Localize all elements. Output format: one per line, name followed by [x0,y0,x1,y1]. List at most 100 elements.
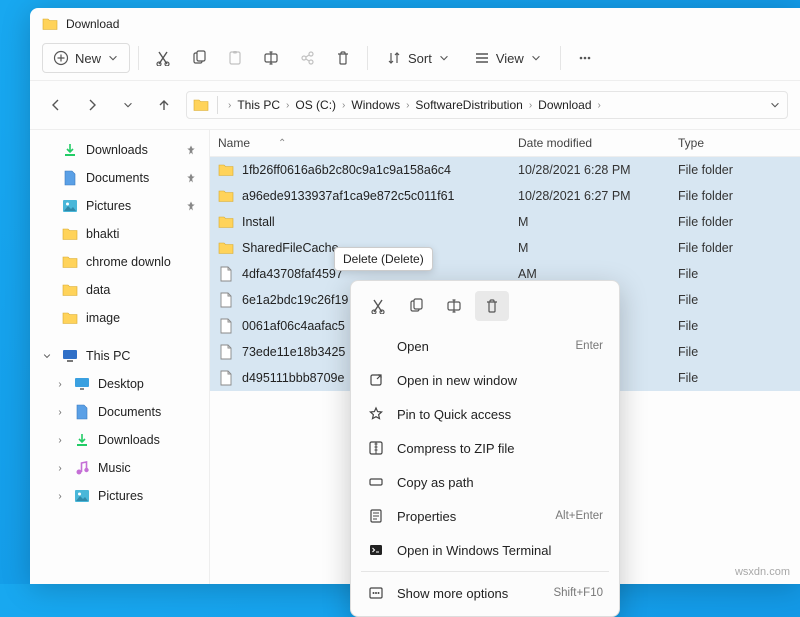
crumb[interactable]: SoftwareDistribution [415,98,522,112]
ctx-copy-button[interactable] [399,291,433,321]
col-date[interactable]: Date modified [518,136,678,150]
chevron-right-icon[interactable]: › [284,100,291,111]
ctx-copy-path[interactable]: Copy as path [357,465,613,499]
sidebar-item[interactable]: Pictures [30,192,209,220]
crumb[interactable]: This PC [237,98,280,112]
sidebar-item-label: Music [98,461,131,475]
folder-icon [218,214,234,230]
share-button[interactable] [291,42,323,74]
file-date: 10/28/2021 6:28 PM [518,163,678,177]
col-name[interactable]: Name [218,136,250,150]
sidebar-item[interactable]: chrome downlo [30,248,209,276]
forward-button[interactable] [78,91,106,119]
sidebar-item[interactable]: image [30,304,209,332]
crumb[interactable]: OS (C:) [295,98,336,112]
ctx-open-terminal[interactable]: Open in Windows Terminal [357,533,613,567]
ctx-delete-button[interactable] [475,291,509,321]
back-button[interactable] [42,91,70,119]
tree-toggle[interactable]: › [54,491,66,502]
address-bar: › This PC › OS (C:) › Windows › Software… [30,81,800,130]
file-name: 6e1a2bdc19c26f19 [242,293,348,307]
sidebar-item-label: Documents [98,405,161,419]
sidebar-item-label: chrome downlo [86,255,171,269]
chevron-down-icon [107,52,119,64]
sidebar-item[interactable]: › Pictures [30,482,209,510]
chevron-down-icon[interactable] [769,99,781,111]
tree-toggle[interactable]: › [54,435,66,446]
recent-dropdown[interactable] [114,91,142,119]
monitor-icon [62,348,78,364]
chevron-right-icon[interactable]: › [404,100,411,111]
up-button[interactable] [150,91,178,119]
file-icon [218,266,234,282]
delete-button[interactable] [327,42,359,74]
ctx-rename-button[interactable] [437,291,471,321]
view-button[interactable]: View [464,44,552,72]
breadcrumb[interactable]: › This PC › OS (C:) › Windows › Software… [186,91,788,119]
file-date: M [518,241,678,255]
copy-button[interactable] [183,42,215,74]
sidebar-item-label: Downloads [98,433,160,447]
ctx-pin-quick-access[interactable]: Pin to Quick access [357,397,613,431]
file-type: File [678,267,800,281]
file-icon [218,370,234,386]
ctx-properties[interactable]: Properties Alt+Enter [357,499,613,533]
sidebar-item[interactable]: bhakti [30,220,209,248]
tree-toggle[interactable] [42,351,54,361]
sidebar-item[interactable]: › Documents [30,398,209,426]
ctx-compress-zip[interactable]: Compress to ZIP file [357,431,613,465]
tree-toggle[interactable]: › [54,379,66,390]
sidebar: Downloads Documents Pictures bhakti chro… [30,130,210,584]
window-folder-icon [42,16,58,32]
table-row[interactable]: a96ede9133937af1ca9e872c5c011f61 10/28/2… [210,183,800,209]
chevron-right-icon[interactable]: › [340,100,347,111]
sidebar-item[interactable]: Downloads [30,136,209,164]
zip-icon [367,439,385,457]
sidebar-item[interactable]: › Music [30,454,209,482]
table-row[interactable]: 1fb26ff0616a6b2c80c9a1c9a158a6c4 10/28/2… [210,157,800,183]
sidebar-item-label: This PC [86,349,130,363]
crumb[interactable]: Windows [351,98,400,112]
file-type: File [678,371,800,385]
desktop-icon [74,376,90,392]
tree-toggle[interactable]: › [54,407,66,418]
paste-button[interactable] [219,42,251,74]
table-row[interactable]: SharedFileCache M File folder [210,235,800,261]
file-type: File folder [678,189,800,203]
plus-icon [53,50,69,66]
sidebar-item[interactable]: › Desktop [30,370,209,398]
cut-button[interactable] [147,42,179,74]
pin-icon [185,200,197,212]
chevron-right-icon[interactable]: › [527,100,534,111]
folder-icon [218,240,234,256]
chevron-right-icon[interactable]: › [596,100,603,111]
chevron-right-icon[interactable]: › [226,100,233,111]
sidebar-item-thispc[interactable]: This PC [30,342,209,370]
ctx-label: Open in new window [397,373,517,388]
ctx-hotkey: Shift+F10 [553,587,603,599]
col-type[interactable]: Type [678,136,800,150]
star-icon [367,405,385,423]
sidebar-item-label: Documents [86,171,149,185]
crumb[interactable]: Download [538,98,591,112]
ctx-show-more[interactable]: Show more options Shift+F10 [357,576,613,610]
folder-icon [62,310,78,326]
sidebar-item[interactable]: Documents [30,164,209,192]
ctx-label: Open in Windows Terminal [397,543,551,558]
picture-icon [62,198,78,214]
new-button[interactable]: New [42,43,130,73]
file-type: File [678,293,800,307]
more-button[interactable] [569,42,601,74]
file-type: File folder [678,163,800,177]
column-headers[interactable]: Name⌃ Date modified Type [210,130,800,157]
ctx-cut-button[interactable] [361,291,395,321]
sidebar-item[interactable]: › Downloads [30,426,209,454]
ctx-open[interactable]: Open Enter [357,329,613,363]
sidebar-item[interactable]: data [30,276,209,304]
toolbar-sep [138,46,139,70]
tree-toggle[interactable]: › [54,463,66,474]
ctx-open-new-window[interactable]: Open in new window [357,363,613,397]
rename-button[interactable] [255,42,287,74]
sort-button[interactable]: Sort [376,44,460,72]
table-row[interactable]: Install M File folder [210,209,800,235]
